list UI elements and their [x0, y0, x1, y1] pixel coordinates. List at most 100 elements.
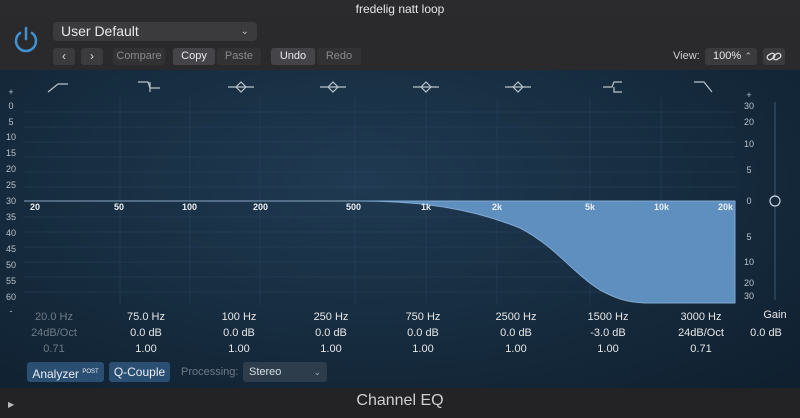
gain-scale-label: +	[746, 90, 752, 100]
freq-axis-label: 5k	[585, 202, 596, 212]
q-couple-button[interactable]: Q-Couple	[109, 362, 170, 382]
redo-button[interactable]: Redo	[317, 48, 361, 65]
gain-scale-label: 0	[746, 196, 752, 206]
db-scale-label: +	[8, 87, 14, 97]
band4-peak-icon[interactable]	[320, 81, 346, 93]
db-scale-label: 25	[5, 180, 16, 190]
db-scale-label: 30	[5, 196, 16, 206]
freq-axis-label: 100	[182, 202, 198, 212]
link-icon	[766, 52, 782, 61]
link-button[interactable]	[763, 48, 785, 65]
band5-q[interactable]: 1.00	[388, 343, 458, 355]
processing-value: Stereo	[249, 366, 282, 378]
preset-dropdown[interactable]: User Default ⌄	[53, 22, 257, 41]
band8-slope[interactable]: 24dB/Oct	[666, 327, 736, 339]
band4-q[interactable]: 1.00	[296, 343, 366, 355]
db-scale-label: 5	[8, 117, 14, 127]
chevron-left-icon: ‹	[62, 49, 66, 63]
plugin-name: Channel EQ	[356, 392, 444, 409]
band7-gain[interactable]: -3.0 dB	[573, 327, 643, 339]
freq-axis-label: 20k	[718, 202, 734, 212]
gain-scale-label: 10	[743, 139, 754, 149]
preset-name: User Default	[61, 23, 139, 39]
freq-axis-label: 10k	[654, 202, 670, 212]
band7-frequency[interactable]: 1500 Hz	[573, 311, 643, 323]
band6-frequency[interactable]: 2500 Hz	[481, 311, 551, 323]
processing-label: Processing:	[181, 366, 239, 378]
copy-button[interactable]: Copy	[173, 48, 215, 65]
freq-axis-label: 200	[253, 202, 269, 212]
eq-curve-fill	[359, 200, 736, 304]
analyzer-button[interactable]: Analyzer POST	[27, 362, 104, 382]
view-zoom-dropdown[interactable]: 100% ⌃	[705, 48, 757, 65]
band7-highshelf-icon[interactable]	[603, 81, 622, 93]
freq-axis-label: 20	[30, 202, 41, 212]
band4-frequency[interactable]: 250 Hz	[296, 311, 366, 323]
band5-gain[interactable]: 0.0 dB	[388, 327, 458, 339]
band8-lowpass-icon[interactable]	[694, 81, 713, 93]
previous-preset-button[interactable]: ‹	[53, 48, 75, 65]
db-scale-label: 50	[5, 260, 16, 270]
gain-scale-label: 10	[743, 257, 754, 267]
db-scale-label: 20	[5, 164, 16, 174]
db-scale-label: 15	[5, 148, 16, 158]
view-zoom-value: 100%	[713, 50, 742, 62]
freq-axis-label: 50	[114, 202, 125, 212]
chevron-updown-icon: ⌄	[313, 367, 321, 377]
band1-frequency[interactable]: 20.0 Hz	[19, 311, 89, 323]
channel-eq-window: fredelig natt loop User Default ⌄ ‹ › Co…	[0, 0, 800, 418]
freq-axis-label: 1k	[421, 202, 432, 212]
band6-peak-icon[interactable]	[505, 81, 531, 93]
band6-gain[interactable]: 0.0 dB	[481, 327, 551, 339]
analyzer-label: Analyzer	[32, 367, 79, 381]
band8-q[interactable]: 0.71	[666, 343, 736, 355]
band2-q[interactable]: 1.00	[111, 343, 181, 355]
window-title: fredelig natt loop	[0, 0, 800, 18]
chevron-updown-icon: ⌃	[744, 51, 752, 61]
band5-frequency[interactable]: 750 Hz	[388, 311, 458, 323]
band2-frequency[interactable]: 75.0 Hz	[111, 311, 181, 323]
band3-q[interactable]: 1.00	[204, 343, 274, 355]
view-label: View:	[673, 50, 700, 62]
db-scale-label: 60	[5, 292, 16, 302]
band8-frequency[interactable]: 3000 Hz	[666, 311, 736, 323]
band2-lowshelf-icon[interactable]	[138, 81, 160, 92]
band4-gain[interactable]: 0.0 dB	[296, 327, 366, 339]
band1-slope[interactable]: 24dB/Oct	[19, 327, 89, 339]
next-preset-button[interactable]: ›	[81, 48, 103, 65]
undo-button[interactable]: Undo	[271, 48, 315, 65]
compare-button[interactable]: Compare	[113, 48, 165, 65]
chevron-right-icon: ›	[90, 49, 94, 63]
freq-axis-label: 500	[346, 202, 362, 212]
band7-q[interactable]: 1.00	[573, 343, 643, 355]
gain-scale-label: 30	[743, 101, 754, 111]
analyzer-post-tag: POST	[82, 369, 99, 375]
band1-q[interactable]: 0.71	[19, 343, 89, 355]
paste-button[interactable]: Paste	[217, 48, 261, 65]
band2-gain[interactable]: 0.0 dB	[111, 327, 181, 339]
gain-scale-label: 30	[743, 291, 754, 301]
db-scale-label: 55	[5, 276, 16, 286]
eq-graph[interactable]	[0, 70, 800, 388]
db-scale-label: 10	[5, 132, 16, 142]
band3-frequency[interactable]: 100 Hz	[204, 311, 274, 323]
gain-scale-label: 20	[743, 117, 754, 127]
band1-highpass-icon[interactable]	[47, 83, 68, 93]
band3-peak-icon[interactable]	[228, 81, 254, 93]
band3-gain[interactable]: 0.0 dB	[204, 327, 274, 339]
db-scale-label: 0	[8, 101, 14, 111]
freq-axis-label: 2k	[492, 202, 503, 212]
band6-q[interactable]: 1.00	[481, 343, 551, 355]
gain-scale-label: 20	[743, 278, 754, 288]
gain-slider-knob[interactable]	[769, 195, 781, 207]
power-icon[interactable]	[10, 24, 42, 56]
gain-label: Gain	[763, 309, 787, 321]
db-scale-label: 45	[5, 244, 16, 254]
db-scale-label: 40	[5, 228, 16, 238]
gain-scale-label: 5	[746, 165, 752, 175]
chevron-updown-icon: ⌄	[240, 26, 249, 37]
processing-dropdown[interactable]: Stereo ⌄	[243, 362, 327, 382]
band5-peak-icon[interactable]	[413, 81, 439, 93]
gain-value[interactable]: 0.0 dB	[736, 327, 796, 339]
gain-scale-label: 5	[746, 232, 752, 242]
